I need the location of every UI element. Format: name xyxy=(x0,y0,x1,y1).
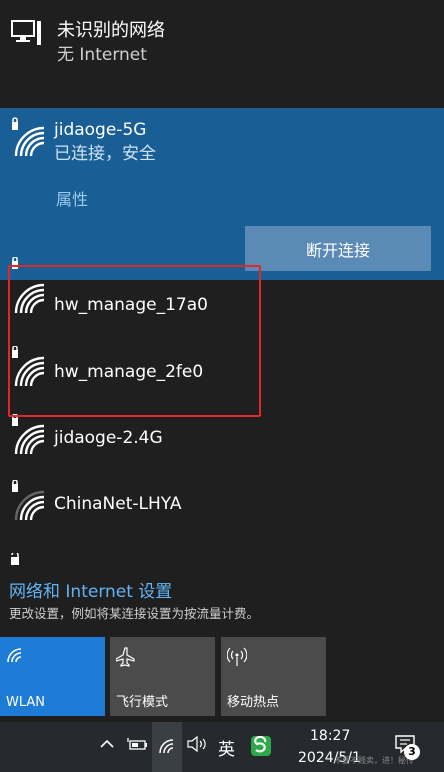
chevron-up-icon[interactable] xyxy=(100,736,114,756)
network-item[interactable]: jidaoge-2.4G xyxy=(0,414,444,474)
tile-label: 移动热点 xyxy=(227,695,280,710)
clock-time[interactable]: 18:27 xyxy=(310,728,350,744)
sogou-ime-icon[interactable] xyxy=(251,735,271,756)
volume-icon[interactable] xyxy=(186,735,208,756)
network-name: jidaoge-2.4G xyxy=(54,428,163,448)
wlan-toggle-tile[interactable]: WLAN xyxy=(0,637,105,716)
highlight-box xyxy=(8,265,261,417)
tile-label: 飞行模式 xyxy=(116,695,169,710)
network-title: 未识别的网络 xyxy=(57,20,165,41)
airplane-mode-tile[interactable]: 飞行模式 xyxy=(110,637,215,716)
network-name: ChinaNet-LHYA xyxy=(54,494,182,514)
hotspot-icon xyxy=(226,647,248,671)
input-method-indicator[interactable]: 英 xyxy=(218,735,235,760)
wifi-icon xyxy=(158,738,176,758)
connected-network-name: jidaoge-5G xyxy=(54,120,147,140)
connection-status: 已连接，安全 xyxy=(54,144,156,164)
airplane-icon xyxy=(115,647,136,671)
taskbar: 英 18:27 2024/5/1 不要不贱卖，进！秘传 3 xyxy=(0,722,444,772)
secured-wifi-icon xyxy=(10,480,50,524)
notification-count-badge: 3 xyxy=(404,744,420,760)
battery-icon[interactable] xyxy=(127,736,149,756)
secured-wifi-icon xyxy=(10,414,50,458)
network-item[interactable]: ChinaNet-LHYA xyxy=(0,480,444,540)
connected-network-panel[interactable]: jidaoge-5G 已连接，安全 属性 断开连接 xyxy=(0,108,444,280)
network-subtitle: 无 Internet xyxy=(57,45,147,65)
tile-label: WLAN xyxy=(6,695,46,710)
unidentified-network[interactable]: 未识别的网络 无 Internet xyxy=(0,0,444,90)
properties-link[interactable]: 属性 xyxy=(56,186,88,210)
wifi-tray-button[interactable] xyxy=(152,722,182,772)
watermark-text: 不要不贱卖，进！秘传 xyxy=(334,756,414,765)
secured-wifi-icon xyxy=(10,116,50,160)
wifi-icon xyxy=(6,647,24,667)
network-settings-link[interactable]: 网络和 Internet 设置 xyxy=(9,577,172,602)
lock-icon xyxy=(10,550,20,565)
mobile-hotspot-tile[interactable]: 移动热点 xyxy=(221,637,326,716)
network-settings-description: 更改设置，例如将某连接设置为按流量计费。 xyxy=(9,606,260,621)
computer-network-icon xyxy=(10,18,44,50)
